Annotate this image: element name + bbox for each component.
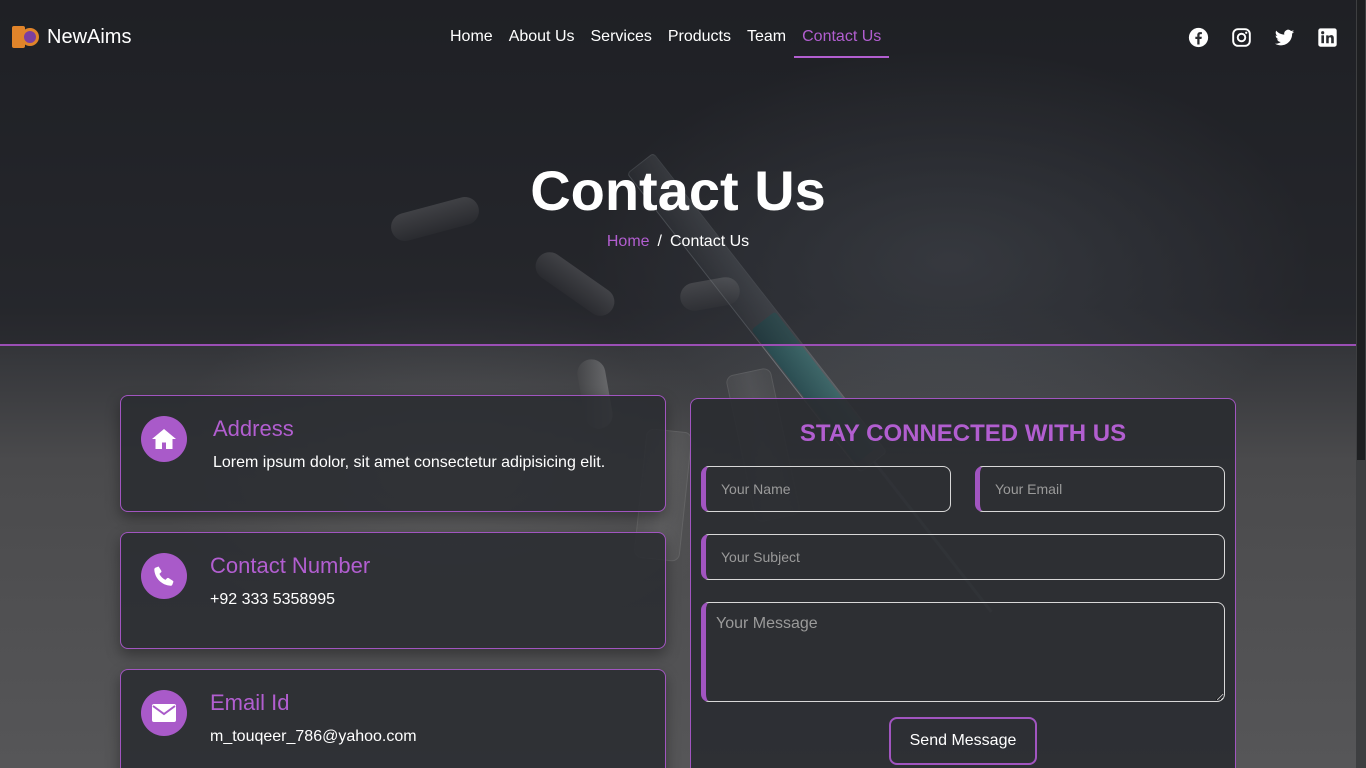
subject-input[interactable] [701,534,1225,580]
contact-number-card: Contact Number +92 333 5358995 [120,532,666,649]
phone-icon [141,553,187,599]
email-title: Email Id [210,690,290,715]
nav-products[interactable]: Products [660,18,739,58]
breadcrumb-current: Contact Us [670,233,750,250]
email-text: m_touqeer_786@yahoo.com [210,728,417,745]
nav-team[interactable]: Team [739,18,794,58]
contact-number-text: +92 333 5358995 [210,591,336,608]
breadcrumb: Home / Contact Us [0,233,1356,251]
envelope-icon [141,690,187,736]
nav-services[interactable]: Services [583,18,660,58]
home-icon [141,416,187,462]
instagram-icon[interactable] [1231,27,1252,48]
address-title: Address [213,416,294,441]
address-text: Lorem ipsum dolor, sit amet consectetur … [213,454,606,471]
send-message-button[interactable]: Send Message [889,717,1037,765]
nav-about-us[interactable]: About Us [501,18,583,58]
page-scrollbar[interactable] [1356,0,1366,768]
email-input[interactable] [975,466,1225,512]
brand-name: NewAims [47,25,132,48]
newaims-logo-icon [12,24,40,50]
facebook-icon[interactable] [1188,27,1209,48]
social-links [1188,27,1338,48]
scrollbar-thumb[interactable] [1357,0,1365,460]
form-title: STAY CONNECTED WITH US [799,420,1127,447]
twitter-icon[interactable] [1274,27,1295,48]
address-card: Address Lorem ipsum dolor, sit amet cons… [120,395,666,512]
breadcrumb-separator: / [657,233,662,250]
breadcrumb-home-link[interactable]: Home [607,233,650,250]
message-textarea[interactable] [701,602,1225,702]
contact-number-title: Contact Number [210,553,371,578]
brand-logo-link[interactable]: NewAims [12,24,131,50]
linkedin-icon[interactable] [1317,27,1338,48]
top-navbar: NewAims Home About Us Services Products … [0,0,1356,76]
main-menu: Home About Us Services Products Team Con… [442,18,890,58]
nav-home[interactable]: Home [442,18,501,58]
email-card: Email Id m_touqeer_786@yahoo.com [120,669,666,768]
name-input[interactable] [701,466,951,512]
page-title: Contact Us [530,159,826,222]
nav-contact-us[interactable]: Contact Us [794,18,890,58]
contact-form: STAY CONNECTED WITH US Send Message [690,398,1236,768]
